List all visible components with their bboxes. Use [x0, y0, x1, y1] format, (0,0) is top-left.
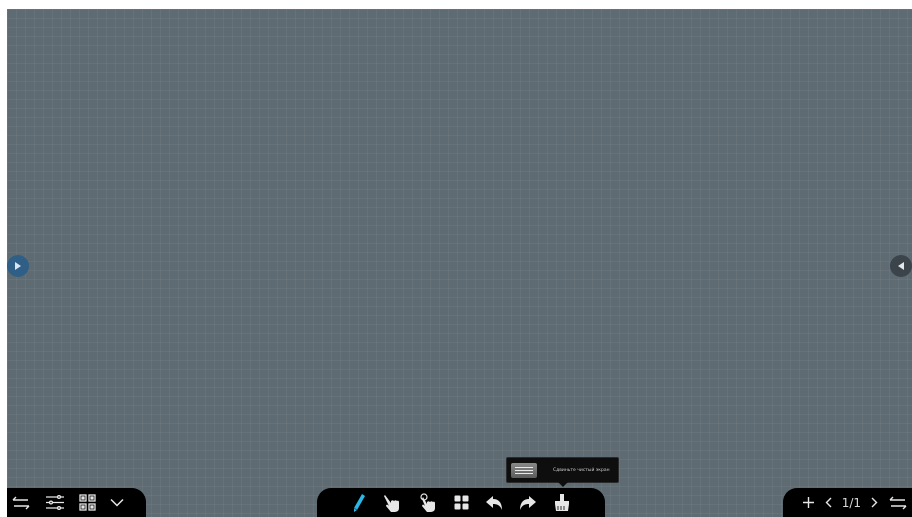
- popup-arrow: [558, 482, 568, 487]
- hand-pointer-icon[interactable]: [382, 493, 402, 513]
- center-toolbar: [317, 488, 605, 517]
- clear-screen-label: Сдвиньте чистый экран: [553, 467, 610, 473]
- chevron-right-icon[interactable]: [871, 497, 878, 508]
- chevron-down-icon[interactable]: [110, 498, 124, 507]
- hand-touch-icon[interactable]: [418, 492, 438, 513]
- expand-right-panel-button[interactable]: [890, 255, 912, 277]
- menu-lines-icon[interactable]: [45, 495, 65, 510]
- clear-screen-popup: Сдвиньте чистый экран: [506, 457, 619, 487]
- pen-icon[interactable]: [352, 493, 366, 513]
- chevron-left-icon[interactable]: [825, 497, 832, 508]
- redo-icon[interactable]: [519, 495, 537, 511]
- expand-left-panel-button[interactable]: [7, 255, 29, 277]
- swap-icon[interactable]: [11, 496, 31, 510]
- qr-grid-icon[interactable]: [79, 494, 96, 511]
- page-indicator: 1/1: [841, 495, 861, 510]
- right-toolbar: 1/1: [783, 488, 912, 517]
- clear-screen-slider-handle[interactable]: [511, 462, 537, 478]
- plus-icon[interactable]: [802, 496, 815, 509]
- undo-icon[interactable]: [485, 495, 503, 511]
- arrow-right-icon: [14, 261, 22, 271]
- swap-icon[interactable]: [888, 496, 908, 510]
- apps-grid-icon[interactable]: [454, 495, 469, 510]
- whiteboard-canvas[interactable]: [7, 9, 912, 517]
- left-toolbar: [7, 488, 146, 517]
- eraser-icon[interactable]: [553, 493, 571, 512]
- arrow-left-icon: [897, 261, 905, 271]
